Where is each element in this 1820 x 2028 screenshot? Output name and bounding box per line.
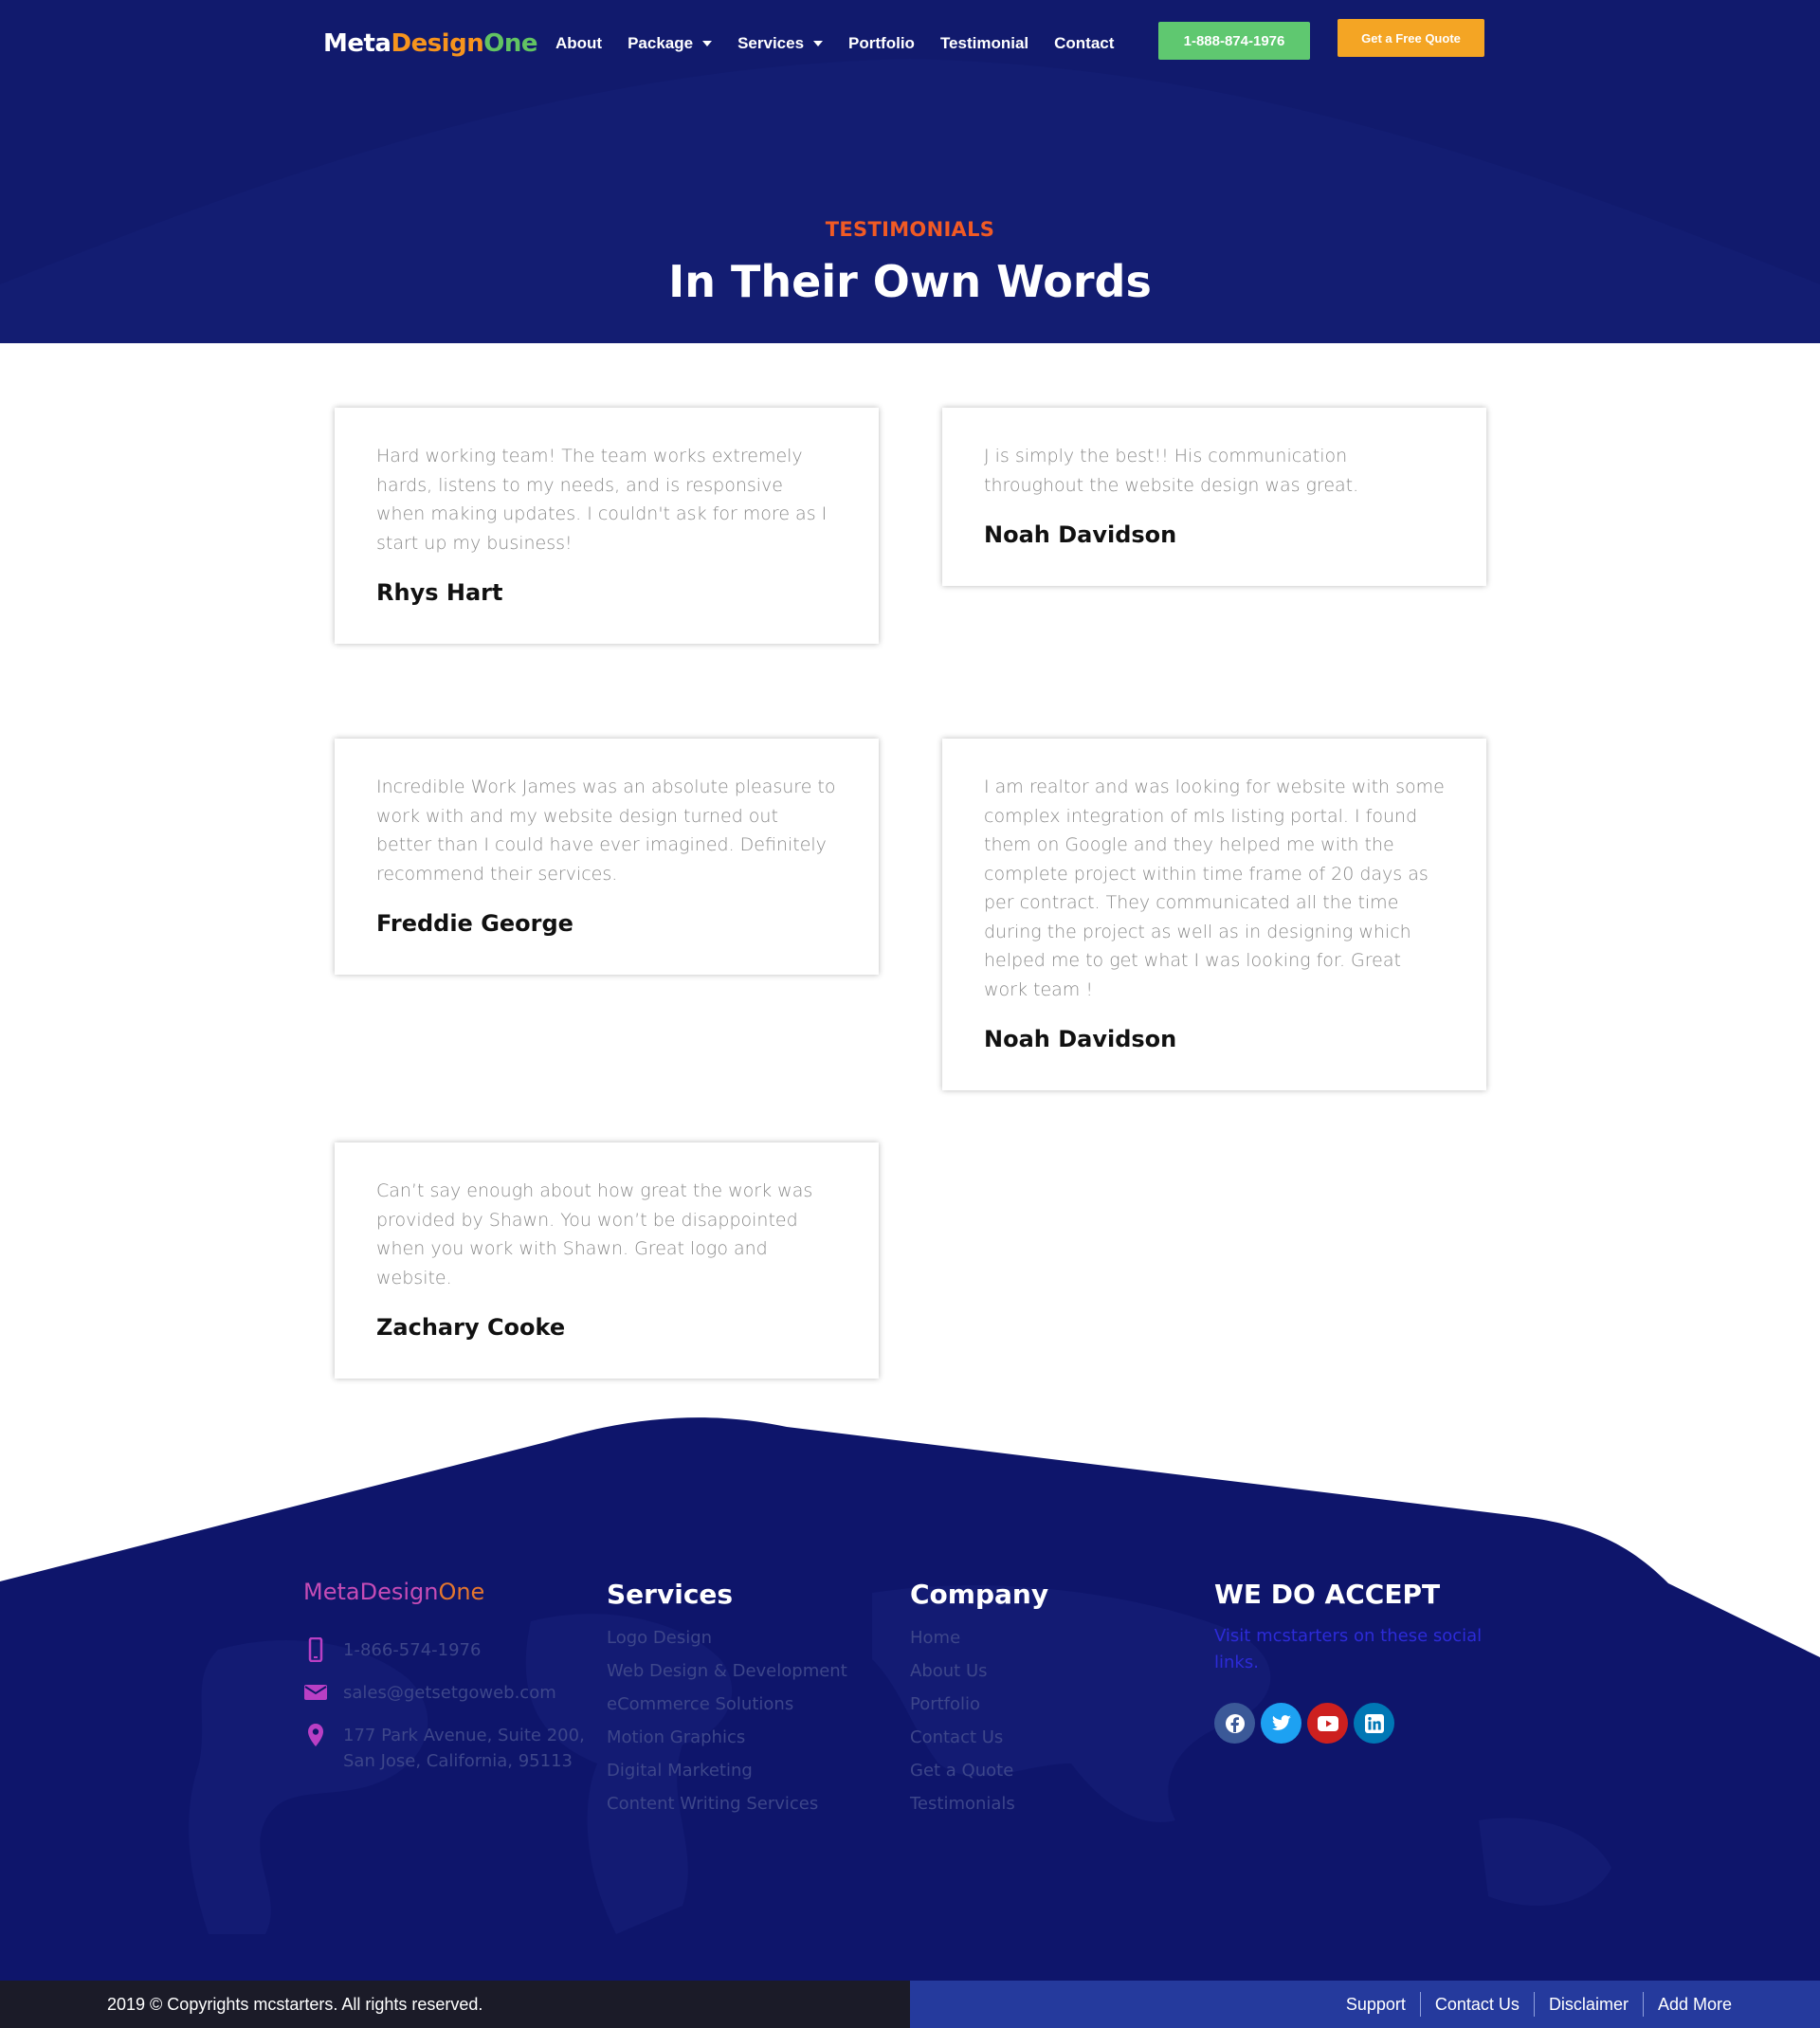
bottom-link-support[interactable]: Support (1332, 1992, 1420, 2017)
testimonial-card: Incredible Work James was an absolute pl… (335, 739, 879, 975)
footer-email-text: sales@getsetgoweb.com (343, 1683, 556, 1703)
bottom-link-disclaimer[interactable]: Disclaimer (1533, 1992, 1643, 2017)
testimonial-card: Hard working team! The team works extrem… (335, 408, 879, 644)
footer-link[interactable]: Portfolio (910, 1688, 1048, 1721)
nav-item-label: Testimonial (939, 34, 1029, 52)
nav-item-label: About (555, 34, 603, 52)
footer-address: 177 Park Avenue, Suite 200, San Jose, Ca… (303, 1723, 585, 1774)
footer-services-heading: Services (607, 1579, 734, 1610)
footer-link[interactable]: Logo Design (607, 1621, 847, 1654)
footer-link[interactable]: About Us (910, 1654, 1048, 1688)
footer-social-link-text[interactable]: Visit mcstarters on these social links. (1214, 1623, 1508, 1676)
section-kicker: TESTIMONIALS (825, 218, 995, 241)
footer-company-list: Home About Us Portfolio Contact Us Get a… (910, 1621, 1048, 1820)
chevron-down-icon (702, 41, 713, 46)
nav-item-testimonial[interactable]: Testimonial (940, 34, 1028, 53)
logo-text-meta: Meta (323, 29, 391, 58)
testimonial-text: J is simply the best!! His communication… (984, 446, 1359, 496)
testimonial-author: Zachary Cooke (376, 1314, 566, 1341)
testimonial-author: Noah Davidson (984, 1026, 1177, 1052)
testimonial-card: Can’t say enough about how great the wor… (335, 1142, 879, 1379)
mail-icon (304, 1685, 327, 1700)
footer-email[interactable]: sales@getsetgoweb.com (303, 1680, 585, 1706)
footer-link[interactable]: Home (910, 1621, 1048, 1654)
facebook-icon[interactable] (1214, 1703, 1255, 1744)
nav-item-label: Package (628, 34, 694, 52)
footer-services-column: Services Logo Design Web Design & Develo… (607, 1579, 847, 1820)
footer-logo-text-accent: One (438, 1579, 485, 1605)
nav-item-services[interactable]: Services (737, 34, 824, 53)
site-logo[interactable]: MetaDesignOne (323, 29, 537, 58)
phone-button[interactable]: 1-888-874-1976 (1158, 22, 1310, 60)
logo-text-one: One (483, 29, 537, 58)
testimonial-card: J is simply the best!! His communication… (942, 408, 1486, 586)
testimonial-text: Can’t say enough about how great the wor… (376, 1180, 813, 1288)
nav-item-about[interactable]: About (555, 34, 602, 53)
footer-contact-column: MetaDesignOne 1-866-574-1976 sales@getse… (303, 1579, 585, 1774)
chevron-down-icon (813, 41, 824, 46)
youtube-icon[interactable] (1307, 1703, 1348, 1744)
footer-bottom-links: Support Contact Us Disclaimer Add More (1332, 1981, 1746, 2028)
footer-link[interactable]: Get a Quote (910, 1754, 1048, 1787)
footer-link[interactable]: Web Design & Development (607, 1654, 847, 1688)
nav-item-label: Portfolio (848, 34, 915, 52)
nav-item-package[interactable]: Package (628, 34, 713, 53)
linkedin-icon[interactable] (1354, 1703, 1394, 1744)
copyright-text: 2019 © Copyrights mcstarters. All rights… (107, 1995, 483, 2014)
footer-accept-column: WE DO ACCEPT Visit mcstarters on these s… (1214, 1579, 1508, 1744)
testimonial-text: I am realtor and was looking for website… (984, 776, 1445, 1000)
footer-company-heading: Company (910, 1579, 1049, 1610)
nav-item-contact[interactable]: Contact (1054, 34, 1114, 53)
footer-phone-text: 1-866-574-1976 (343, 1640, 482, 1660)
testimonial-card: I am realtor and was looking for website… (942, 739, 1486, 1090)
footer-company-column: Company Home About Us Portfolio Contact … (910, 1579, 1048, 1820)
phone-icon (308, 1637, 323, 1662)
map-pin-icon (308, 1724, 323, 1746)
nav-item-portfolio[interactable]: Portfolio (848, 34, 915, 53)
footer-link[interactable]: Digital Marketing (607, 1754, 847, 1787)
footer-address-line: San Jose, California, 95113 (343, 1751, 573, 1771)
footer-link[interactable]: Motion Graphics (607, 1721, 847, 1754)
logo-text-design: Design (391, 29, 484, 58)
footer-address-line: 177 Park Avenue, Suite 200, (343, 1726, 585, 1745)
get-quote-button[interactable]: Get a Free Quote (1338, 19, 1484, 57)
twitter-icon[interactable] (1261, 1703, 1301, 1744)
testimonial-author: Freddie George (376, 910, 573, 937)
footer-accept-heading: WE DO ACCEPT (1214, 1579, 1441, 1610)
top-navigation: MetaDesignOne About Package Services Por… (0, 0, 1820, 90)
testimonial-author: Noah Davidson (984, 521, 1177, 548)
page-title: In Their Own Words (668, 256, 1152, 307)
nav-item-label: Contact (1054, 34, 1115, 52)
footer-phone[interactable]: 1-866-574-1976 (303, 1637, 585, 1663)
footer-logo[interactable]: MetaDesignOne (303, 1579, 585, 1605)
social-links (1214, 1703, 1508, 1744)
testimonial-text: Incredible Work James was an absolute pl… (376, 776, 836, 885)
footer-link[interactable]: eCommerce Solutions (607, 1688, 847, 1721)
nav-menu: About Package Services Portfolio Testimo… (555, 34, 1139, 53)
footer-link[interactable]: Contact Us (910, 1721, 1048, 1754)
testimonial-text: Hard working team! The team works extrem… (376, 446, 828, 554)
footer-link[interactable]: Content Writing Services (607, 1787, 847, 1820)
footer-logo-text: MetaDesign (303, 1579, 439, 1605)
nav-item-label: Services (737, 34, 805, 52)
bottom-link-add-more[interactable]: Add More (1642, 1992, 1746, 2017)
testimonial-author: Rhys Hart (376, 579, 503, 606)
bottom-link-contact-us[interactable]: Contact Us (1419, 1992, 1534, 2017)
hero-section: MetaDesignOne About Package Services Por… (0, 0, 1820, 343)
footer-link[interactable]: Testimonials (910, 1787, 1048, 1820)
footer-services-list: Logo Design Web Design & Development eCo… (607, 1621, 847, 1820)
